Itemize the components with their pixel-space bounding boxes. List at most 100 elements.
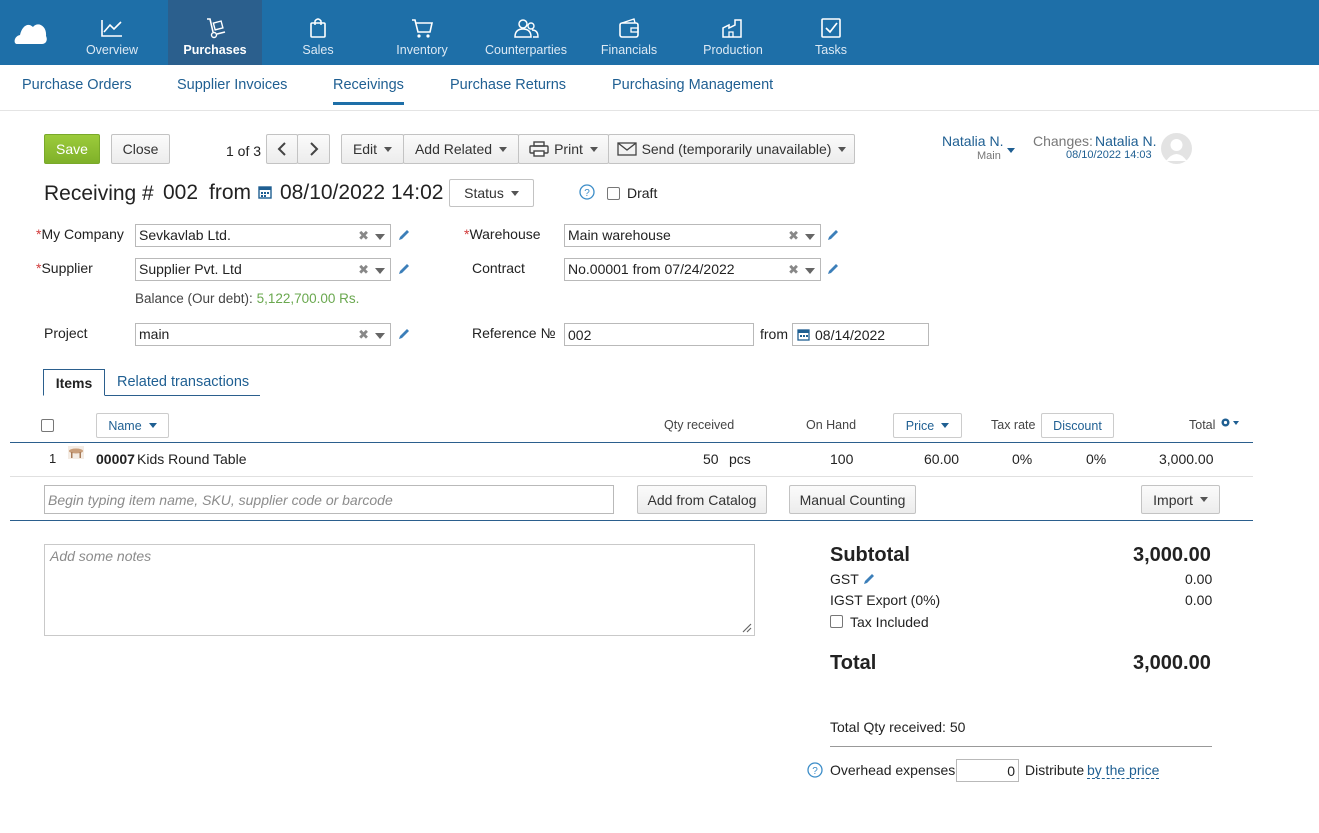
subnav-supplier-invoices[interactable]: Supplier Invoices — [177, 77, 287, 93]
nav-purchases[interactable]: Purchases — [168, 0, 262, 65]
nav-overview[interactable]: Overview — [72, 0, 152, 65]
subnav-purchasing-management[interactable]: Purchasing Management — [612, 77, 773, 93]
close-button[interactable]: Close — [111, 134, 170, 164]
chevron-down-icon — [384, 146, 393, 152]
pencil-icon[interactable] — [397, 262, 411, 276]
nav-counterparties[interactable]: Counterparties — [478, 0, 574, 65]
edit-label: Edit — [352, 141, 378, 157]
print-button[interactable]: Print — [518, 134, 609, 164]
draft-checkbox[interactable] — [607, 187, 620, 200]
pencil-icon[interactable] — [397, 228, 411, 242]
chevron-down-icon[interactable] — [1007, 148, 1015, 153]
project-field[interactable]: main ✖ — [135, 323, 391, 346]
gst-value: 0.00 — [1185, 571, 1213, 587]
tax-included-checkbox[interactable] — [830, 615, 843, 628]
calendar-icon[interactable] — [797, 328, 810, 341]
nav-label: Sales — [302, 43, 334, 57]
balance-line: Balance (Our debt): 5,122,700.00 Rs. — [135, 291, 359, 306]
add-related-button[interactable]: Add Related — [403, 134, 519, 164]
avatar[interactable] — [1161, 133, 1192, 164]
clear-icon[interactable]: ✖ — [358, 327, 369, 343]
send-button[interactable]: Send (temporarily unavailable) — [608, 134, 855, 164]
item-price[interactable]: 60.00 — [924, 451, 959, 467]
name-header-label: Name — [108, 418, 142, 433]
pencil-icon[interactable] — [826, 228, 840, 242]
status-dropdown[interactable]: Status — [449, 179, 534, 207]
product-thumbnail-icon[interactable] — [68, 446, 84, 459]
draft-label: Draft — [627, 185, 658, 201]
subnav-purchase-orders[interactable]: Purchase Orders — [22, 77, 132, 93]
warehouse-field[interactable]: Main warehouse ✖ — [564, 224, 821, 247]
chevron-down-icon[interactable] — [805, 268, 815, 274]
pencil-icon[interactable] — [826, 262, 840, 276]
item-search-input[interactable]: Begin typing item name, SKU, supplier co… — [44, 485, 614, 514]
tab-related-transactions[interactable]: Related transactions — [117, 374, 249, 390]
edit-button[interactable]: Edit — [341, 134, 404, 164]
distribute-by-price-link[interactable]: by the price — [1087, 762, 1160, 779]
app-logo-icon[interactable] — [14, 18, 48, 46]
help-icon[interactable]: ? — [579, 184, 595, 200]
resize-handle-icon[interactable] — [742, 623, 752, 633]
qty-column-header: Qty received — [664, 418, 735, 432]
nav-label: Inventory — [396, 43, 448, 57]
notes-textarea[interactable]: Add some notes — [44, 544, 755, 636]
clear-icon[interactable]: ✖ — [358, 228, 369, 244]
nav-tasks[interactable]: Tasks — [796, 0, 866, 65]
item-qty[interactable]: 50 — [703, 451, 719, 467]
manual-counting-button[interactable]: Manual Counting — [789, 485, 916, 514]
contract-field[interactable]: No.00001 from 07/24/2022 ✖ — [564, 258, 821, 281]
pencil-icon[interactable] — [862, 572, 876, 586]
pencil-icon[interactable] — [397, 327, 411, 341]
nav-inventory[interactable]: Inventory — [380, 0, 464, 65]
user-role: Main — [977, 150, 1001, 162]
igst-label: IGST Export (0%) — [830, 592, 941, 608]
chevron-down-icon[interactable] — [805, 234, 815, 240]
reference-date-input[interactable]: 08/14/2022 — [792, 323, 929, 346]
name-column-header[interactable]: Name — [96, 413, 169, 438]
hand-truck-icon — [207, 18, 226, 39]
tab-items[interactable]: Items — [43, 369, 105, 396]
nav-production[interactable]: Production — [694, 0, 772, 65]
notes-placeholder: Add some notes — [50, 548, 152, 564]
select-all-checkbox[interactable] — [41, 419, 54, 432]
reference-input[interactable]: 002 — [564, 323, 754, 346]
next-button[interactable] — [297, 134, 330, 164]
discount-column-header[interactable]: Discount — [1041, 413, 1114, 438]
doc-title: Receiving # — [44, 182, 154, 205]
add-from-catalog-button[interactable]: Add from Catalog — [637, 485, 767, 514]
reference-value: 002 — [568, 327, 592, 343]
nav-sales[interactable]: Sales — [278, 0, 358, 65]
clear-icon[interactable]: ✖ — [788, 228, 799, 244]
doc-date[interactable]: 08/10/2022 14:02 — [280, 181, 444, 205]
my-company-label: *My Company — [36, 226, 124, 242]
subnav-purchase-returns[interactable]: Purchase Returns — [450, 77, 566, 93]
item-name[interactable]: Kids Round Table — [137, 451, 246, 467]
contract-label: Contract — [472, 260, 525, 276]
item-code: 00007 — [96, 451, 135, 467]
chevron-down-icon[interactable] — [375, 333, 385, 339]
item-tax[interactable]: 0% — [1012, 451, 1032, 467]
nav-financials[interactable]: Financials — [590, 0, 668, 65]
item-discount[interactable]: 0% — [1086, 451, 1106, 467]
import-button[interactable]: Import — [1141, 485, 1220, 514]
subnav-receivings[interactable]: Receivings — [333, 77, 404, 105]
my-company-field[interactable]: Sevkavlab Ltd. ✖ — [135, 224, 391, 247]
item-onhand: 100 — [830, 451, 854, 467]
user-name[interactable]: Natalia N. — [942, 133, 1003, 149]
save-button[interactable]: Save — [44, 134, 100, 164]
my-company-value: Sevkavlab Ltd. — [139, 227, 231, 243]
chevron-down-icon[interactable] — [375, 268, 385, 274]
clear-icon[interactable]: ✖ — [788, 262, 799, 278]
changes-user[interactable]: Natalia N. — [1095, 133, 1156, 149]
clear-icon[interactable]: ✖ — [358, 262, 369, 278]
chevron-down-icon — [499, 146, 508, 152]
settings-gear-icon[interactable] — [1220, 417, 1242, 429]
prev-button[interactable] — [266, 134, 298, 164]
chevron-down-icon[interactable] — [375, 234, 385, 240]
help-icon[interactable]: ? — [807, 762, 823, 778]
calendar-icon[interactable] — [258, 185, 272, 199]
supplier-field[interactable]: Supplier Pvt. Ltd ✖ — [135, 258, 391, 281]
doc-number[interactable]: 002 — [163, 181, 198, 205]
overhead-input[interactable]: 0 — [956, 759, 1019, 782]
price-column-header[interactable]: Price — [893, 413, 962, 438]
